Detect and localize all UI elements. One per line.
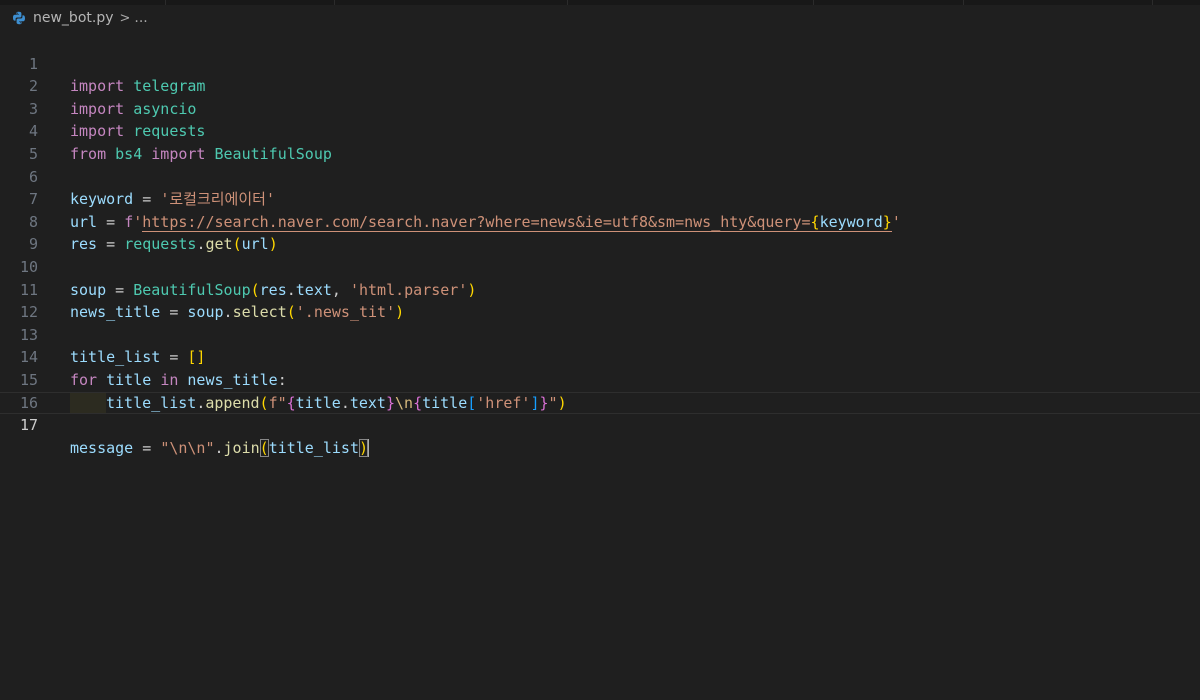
code-line[interactable]: 11 news_title = soup.select('.news_tit') [0, 256, 1200, 322]
line-content: message = "\n\n".join(title_list) [70, 437, 370, 460]
line-number: 17 [19, 416, 38, 435]
code-line[interactable]: 4 from bs4 import BeautifulSoup [0, 98, 1200, 163]
function-token: join [223, 438, 260, 457]
code-line[interactable]: 1 import telegram [0, 30, 1200, 96]
code-line[interactable]: 5 [0, 120, 1200, 163]
python-icon [12, 11, 26, 25]
code-line[interactable]: 15 title_list.append(f"{title.text}\n{ti… [0, 346, 1200, 415]
variable-token: message [70, 438, 134, 457]
text-cursor [367, 439, 370, 458]
code-line[interactable]: 10 soup = BeautifulSoup(res.text, 'html.… [0, 233, 1200, 299]
code-line[interactable]: 3 import requests [0, 75, 1200, 141]
code-line[interactable]: 6 keyword = '로컬크리에이터' [0, 143, 1200, 209]
operator-token: . [214, 438, 224, 457]
variable-token: title_list [268, 438, 359, 457]
breadcrumb-more[interactable]: ... [134, 10, 147, 26]
breadcrumb: new_bot.py > ... [0, 5, 1200, 31]
code-line[interactable]: 2 import asyncio [0, 53, 1200, 118]
code-editor[interactable]: new_bot.py > ... 1 import telegram 2 imp… [0, 0, 1200, 700]
code-line[interactable]: 13 title_list = [] [0, 301, 1200, 367]
code-area[interactable]: 1 import telegram 2 import asyncio 3 imp… [0, 30, 1200, 458]
code-line[interactable]: 16 [0, 369, 1200, 412]
code-line[interactable]: 7 url = f'https://search.naver.com/searc… [0, 166, 1200, 232]
paren-token: ( [259, 438, 269, 457]
code-line[interactable]: 14 for title in news_title: [0, 324, 1200, 389]
code-line[interactable]: 8 res = requests.get(url) [0, 188, 1200, 254]
chevron-right-icon: > [119, 10, 131, 26]
code-line[interactable]: 12 [0, 279, 1200, 321]
string-token: "\n\n" [160, 438, 215, 457]
code-line-active[interactable]: 17 message = "\n\n".join(title_list) [0, 392, 1200, 458]
code-line[interactable]: 9 [0, 211, 1200, 253]
operator-token: = [133, 438, 161, 457]
breadcrumb-file-name[interactable]: new_bot.py [33, 10, 114, 26]
